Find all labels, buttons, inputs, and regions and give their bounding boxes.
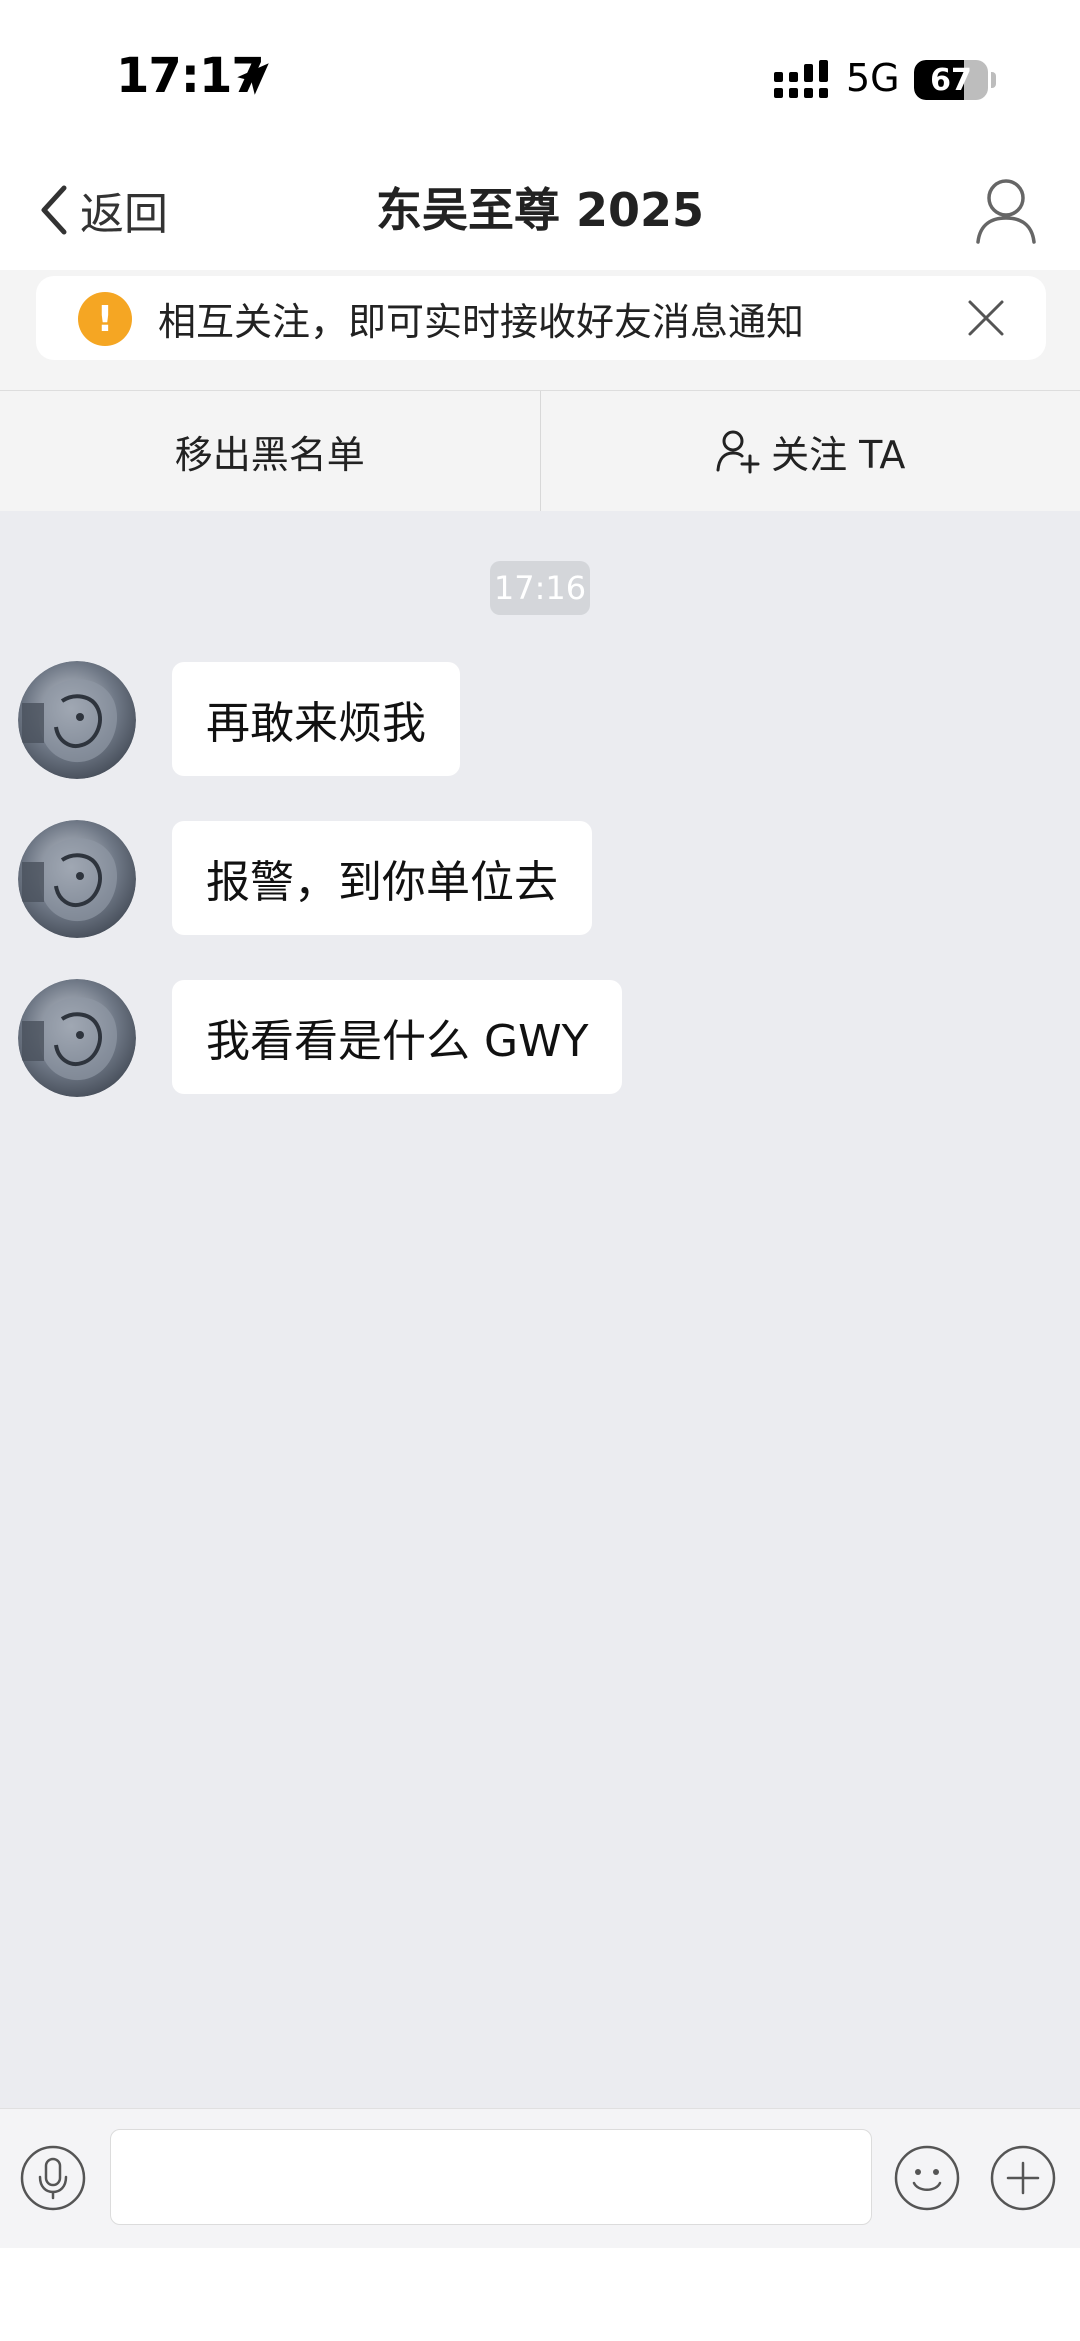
signal-icon: [774, 60, 828, 98]
follow-notice-banner: ! 相互关注，即可实时接收好友消息通知: [36, 276, 1046, 360]
home-indicator-area: [0, 2248, 1080, 2341]
battery-level: 67: [930, 62, 972, 98]
lion-avatar-icon: [18, 820, 136, 938]
microphone-icon[interactable]: [20, 2145, 86, 2211]
plus-icon[interactable]: [990, 2145, 1056, 2211]
add-user-icon: [716, 430, 760, 474]
follow-label: 关注 TA: [771, 432, 906, 477]
message-row: 报警，到你单位去: [18, 820, 1058, 940]
input-bar: [0, 2108, 1080, 2249]
avatar[interactable]: [18, 661, 136, 779]
message-bubble[interactable]: 再敢来烦我: [172, 662, 460, 776]
message-timestamp: 17:16: [490, 561, 590, 615]
notice-area: ! 相互关注，即可实时接收好友消息通知: [0, 270, 1080, 390]
battery-icon: 67: [914, 60, 988, 100]
network-type: 5G: [846, 56, 900, 100]
user-profile-icon[interactable]: [974, 176, 1038, 246]
battery-cap: [991, 72, 996, 88]
chat-area[interactable]: 17:16 再敢来烦我 报警，到你单位去 我看看是什么 GWY: [0, 511, 1080, 2108]
back-label: 返回: [80, 189, 168, 240]
message-row: 我看看是什么 GWY: [18, 979, 1058, 1099]
emoji-icon[interactable]: [894, 2145, 960, 2211]
close-icon[interactable]: [966, 298, 1006, 338]
relationship-actions: 移出黑名单 关注 TA: [0, 390, 1080, 511]
back-button[interactable]: 返回: [36, 180, 168, 240]
nav-bar: 东吴至尊 2025 返回: [0, 150, 1080, 270]
message-input[interactable]: [110, 2129, 872, 2225]
avatar[interactable]: [18, 979, 136, 1097]
lion-avatar-icon: [18, 979, 136, 1097]
location-arrow-icon: [237, 63, 269, 95]
follow-button[interactable]: 关注 TA: [541, 391, 1080, 511]
message-bubble[interactable]: 报警，到你单位去: [172, 821, 592, 935]
message-row: 再敢来烦我: [18, 661, 1058, 781]
remove-blacklist-label: 移出黑名单: [174, 432, 365, 477]
avatar[interactable]: [18, 820, 136, 938]
notice-text: 相互关注，即可实时接收好友消息通知: [158, 299, 805, 344]
message-bubble[interactable]: 我看看是什么 GWY: [172, 980, 623, 1094]
remove-blacklist-button[interactable]: 移出黑名单: [0, 391, 540, 511]
chevron-left-icon: [41, 185, 67, 235]
exclamation-icon: !: [78, 292, 132, 346]
status-bar: 17:17 5G 67: [0, 0, 1080, 150]
lion-avatar-icon: [18, 661, 136, 779]
